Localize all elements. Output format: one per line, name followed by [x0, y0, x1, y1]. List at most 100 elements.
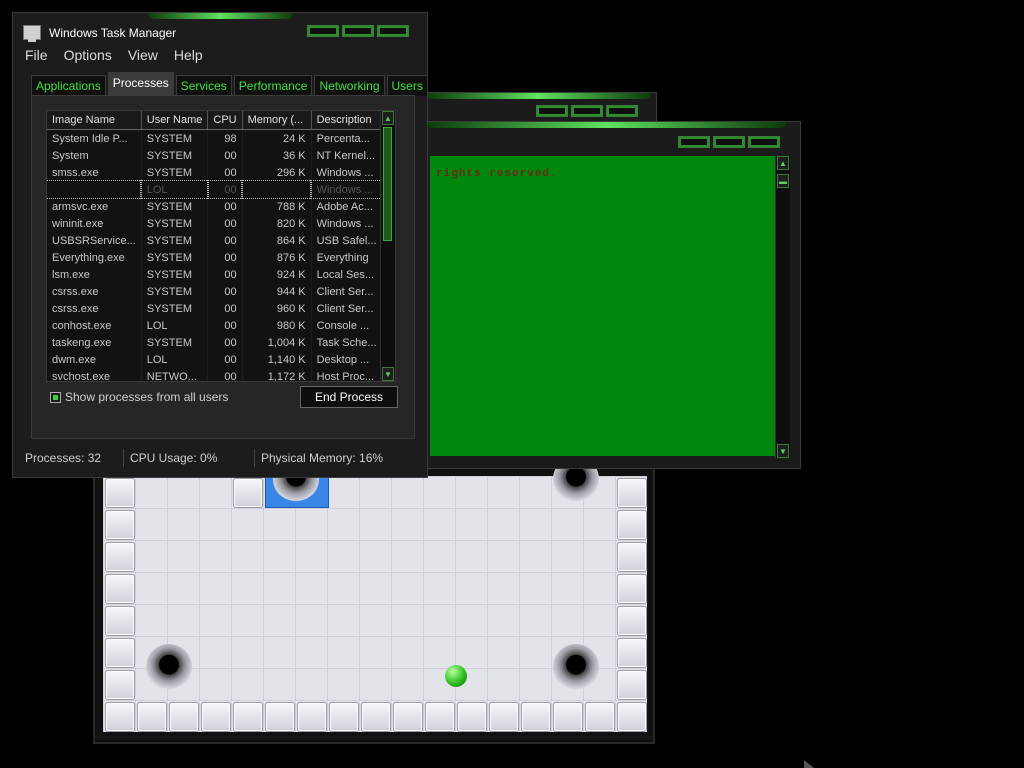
menu-view[interactable]: View [128, 47, 158, 63]
wall-tile [233, 478, 263, 508]
cell-memory: 296 K [242, 164, 312, 181]
maximize-button[interactable] [342, 25, 374, 37]
wall-tile [617, 606, 647, 636]
hole-icon [553, 644, 599, 690]
table-row[interactable]: dwm.exe LOL 00 1,140 K Desktop ... [47, 351, 392, 368]
wall-tile [105, 702, 135, 732]
cell-user-name: SYSTEM [141, 147, 209, 164]
close-button[interactable] [606, 105, 638, 117]
status-physical-memory: Physical Memory: 16% [261, 451, 384, 465]
table-row[interactable]: csrss.exe SYSTEM 00 944 K Client Ser... [47, 283, 392, 300]
table-row[interactable]: smss.exe SYSTEM 00 296 K Windows ... [47, 164, 392, 181]
column-header-cpu[interactable]: CPU [207, 111, 243, 130]
wall-tile [617, 702, 647, 732]
maximize-button[interactable] [713, 136, 745, 148]
cell-user-name: SYSTEM [141, 164, 209, 181]
console-output[interactable]: rights reserved. [430, 156, 776, 456]
tab-performance[interactable]: Performance [233, 75, 313, 96]
table-row[interactable]: Everything.exe SYSTEM 00 876 K Everything [47, 249, 392, 266]
task-manager-icon [23, 25, 41, 42]
wall-tile [105, 574, 135, 604]
column-header-memory[interactable]: Memory (... [242, 111, 312, 130]
wall-tile [425, 702, 455, 732]
wall-tile [105, 478, 135, 508]
table-row[interactable]: taskeng.exe SYSTEM 00 1,004 K Task Sche... [47, 334, 392, 351]
cell-cpu: 00 [207, 351, 243, 368]
cell-memory: 960 K [242, 300, 312, 317]
minimize-button[interactable] [536, 105, 568, 117]
cell-image-name: conhost.exe [47, 317, 142, 334]
window-glow [426, 122, 786, 128]
task-manager-window: Windows Task Manager File Options View H… [12, 12, 428, 478]
cell-memory [241, 180, 313, 199]
table-row[interactable]: System SYSTEM 00 36 K NT Kernel... [47, 147, 392, 164]
cell-memory: 1,140 K [242, 351, 312, 368]
table-row[interactable]: csrss.exe SYSTEM 00 960 K Client Ser... [47, 300, 392, 317]
menu-file[interactable]: File [25, 47, 48, 63]
cell-image-name: USBSRService... [47, 232, 142, 249]
title-bar[interactable]: Windows Task Manager [23, 25, 177, 42]
cell-cpu: 00 [207, 266, 243, 283]
table-row[interactable]: conhost.exe LOL 00 980 K Console ... [47, 317, 392, 334]
minimize-button[interactable] [307, 25, 339, 37]
maximize-button[interactable] [571, 105, 603, 117]
scroll-thumb[interactable]: ▬ [777, 174, 789, 188]
table-row[interactable]: LOL 00 Windows ... [47, 180, 393, 199]
window-controls [678, 136, 780, 148]
cell-image-name: wininit.exe [47, 215, 142, 232]
scroll-down-arrow-icon[interactable]: ▼ [777, 444, 789, 458]
window-title: Windows Task Manager [49, 25, 177, 40]
menu-options[interactable]: Options [64, 47, 112, 63]
cell-user-name: LOL [141, 317, 209, 334]
table-row[interactable]: svchost.exe NETWO... 00 1,172 K Host Proc... [47, 368, 392, 381]
show-all-processes-checkbox[interactable]: Show processes from all users [50, 390, 228, 404]
cell-user-name: LOL [141, 351, 209, 368]
game-board[interactable] [103, 456, 647, 732]
process-list-scrollbar[interactable]: ▲ ▼ [380, 111, 395, 381]
cell-image-name [47, 180, 143, 199]
cell-image-name: svchost.exe [47, 368, 142, 381]
close-button[interactable] [748, 136, 780, 148]
mouse-cursor-icon [804, 760, 814, 768]
wall-tile [105, 638, 135, 668]
wall-tile [233, 702, 263, 732]
scroll-thumb[interactable] [383, 127, 392, 241]
scroll-up-arrow-icon[interactable]: ▲ [382, 111, 394, 125]
close-button[interactable] [377, 25, 409, 37]
table-row[interactable]: armsvc.exe SYSTEM 00 788 K Adobe Ac... [47, 198, 392, 215]
green-ball-icon[interactable] [445, 665, 467, 687]
tab-networking[interactable]: Networking [314, 75, 385, 96]
wall-tile [617, 638, 647, 668]
cell-image-name: taskeng.exe [47, 334, 142, 351]
wall-tile [361, 702, 391, 732]
table-row[interactable]: USBSRService... SYSTEM 00 864 K USB Safel... [47, 232, 392, 249]
table-row[interactable]: wininit.exe SYSTEM 00 820 K Windows ... [47, 215, 392, 232]
table-row[interactable]: lsm.exe SYSTEM 00 924 K Local Ses... [47, 266, 392, 283]
column-header-user-name[interactable]: User Name [141, 111, 209, 130]
wall-tile [617, 670, 647, 700]
wall-tile [265, 702, 295, 732]
wall-tile [489, 702, 519, 732]
console-scrollbar[interactable]: ▲ ▬ ▼ [775, 156, 790, 458]
table-row[interactable]: System Idle P... SYSTEM 98 24 K Percenta... [47, 129, 392, 147]
cell-memory: 980 K [242, 317, 312, 334]
wall-tile [585, 702, 615, 732]
tab-users[interactable]: Users [386, 75, 428, 96]
cell-user-name: SYSTEM [141, 198, 209, 215]
menu-help[interactable]: Help [174, 47, 203, 63]
end-process-button[interactable]: End Process [300, 386, 398, 408]
cell-image-name: armsvc.exe [47, 198, 142, 215]
cell-cpu: 00 [207, 147, 243, 164]
column-header-image-name[interactable]: Image Name [47, 111, 142, 130]
tab-processes[interactable]: Processes [107, 72, 174, 95]
checkbox-icon[interactable] [50, 391, 61, 403]
scroll-up-arrow-icon[interactable]: ▲ [777, 156, 789, 170]
wall-tile [457, 702, 487, 732]
tab-applications[interactable]: Applications [31, 75, 106, 96]
scroll-down-arrow-icon[interactable]: ▼ [382, 367, 394, 381]
process-list[interactable]: Image Name User Name CPU Memory (... Des… [46, 110, 396, 382]
tab-services[interactable]: Services [175, 75, 232, 96]
minimize-button[interactable] [678, 136, 710, 148]
cell-image-name: csrss.exe [47, 300, 142, 317]
game-frame-bottom [95, 736, 653, 742]
